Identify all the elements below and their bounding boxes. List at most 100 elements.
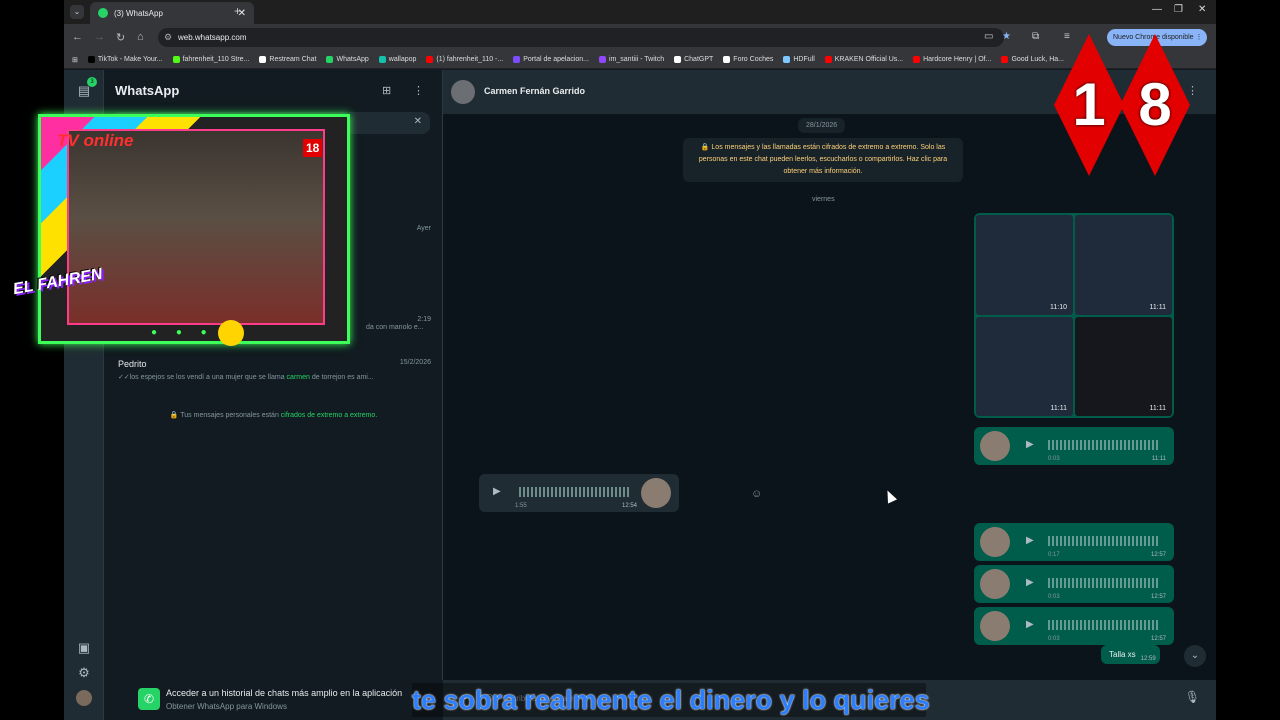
voice-duration: 0:03 (1048, 594, 1060, 600)
settings-gear-icon[interactable]: ⚙ (76, 665, 92, 681)
whatsapp-favicon-icon (98, 8, 108, 18)
react-emoji-icon[interactable]: ☺ (751, 488, 762, 500)
contact-name[interactable]: Carmen Fernán Garrido (484, 86, 585, 96)
day-separator: viernes (812, 196, 835, 203)
waveform[interactable] (1048, 440, 1158, 450)
bookmark-item[interactable]: TikTok - Make Your... (87, 56, 163, 63)
restore-button[interactable]: ❐ (1174, 4, 1183, 15)
play-icon[interactable]: ▶ (1026, 535, 1034, 546)
bookmark-item[interactable]: KRAKEN Official Us... (824, 56, 903, 63)
close-window-button[interactable]: ✕ (1198, 4, 1206, 15)
media-gallery-icon[interactable]: ▣ (76, 640, 92, 656)
tab-strip: ⌄ (3) WhatsApp ✕ + — ❐ ✕ (64, 0, 1216, 24)
play-icon[interactable]: ▶ (1026, 577, 1034, 588)
voice-duration: 0:03 (1048, 636, 1060, 642)
webcam-18-badge: 18 (303, 139, 323, 157)
chat-preview: ✓✓los espejos se los vendí a una mujer q… (118, 374, 374, 381)
right-letterbox (1216, 0, 1280, 720)
chat-row-pedrito[interactable]: Pedrito 15/2/2026 ✓✓los espejos se los v… (104, 355, 443, 399)
contact-avatar[interactable] (451, 80, 475, 104)
bookmark-item[interactable]: wallapop (378, 56, 416, 63)
tab-title: (3) WhatsApp (114, 8, 163, 18)
extensions-icon[interactable]: ⧉ (1032, 31, 1039, 42)
sender-avatar (641, 478, 671, 508)
play-icon[interactable]: ▶ (493, 486, 501, 497)
pacman-icon (218, 320, 244, 346)
stream-subtitle: te sobra realmente el dinero y lo quiere… (412, 683, 930, 717)
voice-duration: 0:17 (1048, 552, 1060, 558)
forward-icon[interactable]: → (94, 31, 105, 43)
play-icon[interactable]: ▶ (1026, 439, 1034, 450)
microphone-icon[interactable]: 🎙 (1185, 690, 1200, 704)
menu-dots-icon[interactable]: ⋮ (413, 84, 424, 97)
browser-window: ⌄ (3) WhatsApp ✕ + — ❐ ✕ ← → ↻ ⌂ ⚙ web.w… (64, 0, 1216, 720)
voice-message-out: ▶ 0:17 12:57 (974, 523, 1174, 561)
chat-preview: da con manolo e... (366, 324, 424, 331)
chat-time: Ayer (416, 225, 431, 232)
new-chat-icon[interactable]: ⊞ (382, 84, 391, 97)
encryption-notice[interactable]: 🔒 Los mensajes y las llamadas están cifr… (683, 138, 963, 182)
tv-online-label: TV online (57, 131, 134, 150)
tab-whatsapp[interactable]: (3) WhatsApp ✕ (90, 2, 254, 24)
tab-search-button[interactable]: ⌄ (70, 5, 84, 19)
bookmark-item[interactable]: Foro Coches (723, 56, 773, 63)
waveform[interactable] (519, 487, 629, 497)
bookmarks-bar: ⊞ TikTok - Make Your... fahrenheit_110 St… (64, 51, 1216, 69)
sender-avatar (980, 569, 1010, 599)
download-promo[interactable]: ✆ Acceder a un historial de chats más am… (104, 680, 443, 720)
bookmark-favicon-icon (378, 56, 386, 63)
toolbar: ← → ↻ ⌂ ⚙ web.whatsapp.com ▭ ★ ⧉ ≡ Nuevo… (64, 24, 1216, 51)
bookmark-favicon-icon (172, 56, 180, 63)
minimize-button[interactable]: — (1152, 4, 1162, 15)
encryption-footer: 🔒 Tus mensajes personales están cifrados… (169, 412, 378, 419)
site-info-icon[interactable]: ⚙ (164, 28, 172, 47)
encryption-link[interactable]: cifrados de extremo a extremo. (281, 412, 378, 419)
apps-icon[interactable]: ⊞ (72, 56, 78, 64)
bookmark-star-icon[interactable]: ★ (1002, 31, 1011, 42)
bookmark-favicon-icon (426, 56, 434, 63)
text-message: Talla xs 12:59 (1101, 645, 1160, 664)
age-rating-digit-1: 1 (1054, 34, 1124, 176)
sender-avatar (980, 611, 1010, 641)
waveform[interactable] (1048, 620, 1158, 630)
bookmark-favicon-icon (1001, 56, 1009, 63)
bookmark-item[interactable]: (1) fahrenheit_110 -... (426, 56, 503, 63)
voice-duration: 0:03 (1048, 456, 1060, 462)
play-icon[interactable]: ▶ (1026, 619, 1034, 630)
waveform[interactable] (1048, 578, 1158, 588)
album-image[interactable]: 11:10 (976, 215, 1073, 315)
clear-search-icon[interactable]: ✕ (414, 116, 422, 127)
bookmark-item[interactable]: HDFull (783, 56, 815, 63)
back-icon[interactable]: ← (72, 31, 83, 43)
profile-avatar[interactable] (76, 690, 92, 706)
promo-link[interactable]: Obtener WhatsApp para Windows (166, 702, 287, 711)
bookmark-item[interactable]: fahrenheit_110 Stre... (172, 56, 249, 63)
image-album[interactable]: 11:10 11:11 11:11 11:11 (974, 213, 1174, 418)
bookmark-favicon-icon (723, 56, 731, 63)
voice-message-in: ▶ 1:55 12:54 (479, 474, 679, 512)
scroll-down-button[interactable]: ⌄ (1184, 645, 1206, 667)
bookmark-favicon-icon (259, 56, 267, 63)
app-title: WhatsApp (115, 83, 180, 98)
bookmark-item[interactable]: Hardcore Henry | Of... (913, 56, 991, 63)
bookmark-favicon-icon (513, 56, 521, 63)
bookmark-item[interactable]: im_santiii - Twitch (599, 56, 664, 63)
bookmark-item[interactable]: Restream Chat (259, 56, 316, 63)
chat-time: 15/2/2026 (399, 359, 431, 366)
bookmark-item[interactable]: ChatGPT (674, 56, 713, 63)
bookmark-item[interactable]: WhatsApp (326, 56, 369, 63)
bookmark-item[interactable]: Portal de apelacion... (513, 56, 589, 63)
voice-message-out: ▶ 0:03 12:57 (974, 565, 1174, 603)
new-tab-button[interactable]: + (234, 4, 241, 18)
voice-message-out: ▶ 0:03 12:57 (974, 607, 1174, 645)
album-image[interactable]: 11:11 (1075, 215, 1172, 315)
address-bar[interactable]: ⚙ web.whatsapp.com (158, 28, 1004, 47)
reload-icon[interactable]: ↻ (116, 31, 125, 44)
album-image[interactable]: 11:11 (1075, 316, 1172, 416)
home-icon[interactable]: ⌂ (137, 31, 144, 43)
waveform[interactable] (1048, 536, 1158, 546)
install-app-icon[interactable]: ▭ (984, 31, 993, 42)
message-time: 12:57 (1150, 594, 1166, 600)
album-image[interactable]: 11:11 (976, 316, 1073, 416)
chat-name: Pedrito (118, 359, 147, 369)
